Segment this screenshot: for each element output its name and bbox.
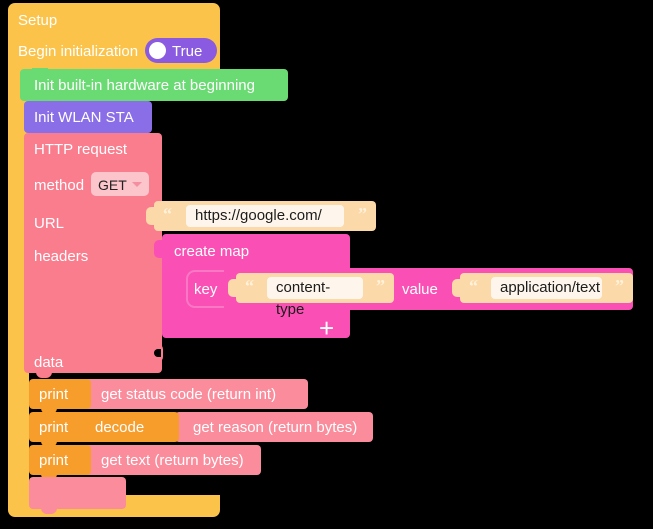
map-entry-value-label: value — [402, 281, 438, 298]
quote-close: ” — [615, 276, 624, 296]
block-notch-bottom — [36, 372, 52, 378]
block-decode[interactable]: decode — [75, 412, 179, 442]
socket-print-value[interactable] — [82, 418, 91, 436]
add-map-entry-button[interactable]: + — [319, 315, 334, 341]
block-notch-top — [32, 68, 48, 74]
value-block-get-status-code[interactable]: get status code (return int) — [75, 379, 308, 409]
quote-open: “ — [163, 204, 172, 224]
field-label-headers: headers — [34, 248, 89, 265]
string-input-url[interactable]: https://google.com/ — [186, 205, 344, 227]
value-block-get-text[interactable]: get text (return bytes) — [75, 445, 261, 475]
print-label: print — [39, 452, 69, 469]
field-label-data: data — [34, 354, 64, 371]
value-block-label: get text (return bytes) — [101, 452, 244, 469]
begin-initialization-label: Begin initialization — [18, 43, 139, 60]
string-input-value[interactable]: application/text — [491, 277, 602, 299]
value-plug — [154, 240, 163, 258]
quote-open: “ — [469, 276, 478, 296]
value-plug — [146, 207, 155, 225]
blockly-workspace[interactable]: Setup Begin initialization True Init bui… — [0, 0, 653, 529]
chevron-down-icon — [132, 182, 142, 187]
create-map-label: create map — [174, 243, 250, 260]
setup-title: Setup — [18, 12, 58, 29]
field-label-url: URL — [34, 215, 65, 232]
map-entry-key-label: key — [194, 281, 218, 298]
value-plug — [228, 279, 237, 297]
string-block-value[interactable]: “ application/text ” — [452, 273, 633, 303]
string-block-url[interactable]: “ https://google.com/ ” — [146, 201, 376, 231]
quote-close: ” — [376, 276, 385, 296]
socket-decode-value[interactable] — [170, 418, 179, 436]
block-http-request[interactable]: HTTP request method URL headers data — [24, 133, 163, 378]
block-label: Init built-in hardware at beginning — [34, 77, 255, 94]
block-label: Init WLAN STA — [34, 109, 134, 126]
dropdown-method-value: GET — [98, 177, 127, 193]
block-print-text[interactable]: print — [29, 445, 91, 480]
block-label: HTTP request — [34, 141, 128, 158]
socket-print-value[interactable] — [82, 451, 91, 469]
socket-print-value[interactable] — [82, 385, 91, 403]
begin-initialization-toggle[interactable]: True — [145, 38, 217, 63]
value-block-get-reason[interactable]: get reason (return bytes) — [167, 412, 373, 442]
decode-label: decode — [95, 419, 145, 436]
value-block-label: get reason (return bytes) — [193, 419, 358, 436]
value-block-label: get status code (return int) — [101, 386, 277, 403]
block-init-builtin-hardware[interactable]: Init built-in hardware at beginning — [20, 68, 288, 106]
socket-data[interactable] — [154, 344, 163, 362]
quote-open: “ — [245, 276, 254, 296]
field-label-method: method — [34, 177, 85, 194]
value-plug — [452, 279, 461, 297]
block-http-close[interactable] — [29, 477, 126, 514]
block-print-reason[interactable]: print — [29, 412, 91, 447]
quote-close: ” — [358, 204, 367, 224]
string-block-key[interactable]: “ content-type ” — [228, 273, 394, 318]
string-input-key[interactable]: content-type — [267, 277, 363, 318]
print-label: print — [39, 386, 69, 403]
toggle-knob — [149, 42, 166, 59]
dropdown-method[interactable]: GET — [91, 172, 149, 196]
block-print-status-code[interactable]: print — [29, 379, 91, 414]
toggle-value-label: True — [172, 43, 203, 60]
print-label: print — [39, 419, 69, 436]
block-init-wlan-sta[interactable]: Init WLAN STA — [24, 101, 152, 138]
